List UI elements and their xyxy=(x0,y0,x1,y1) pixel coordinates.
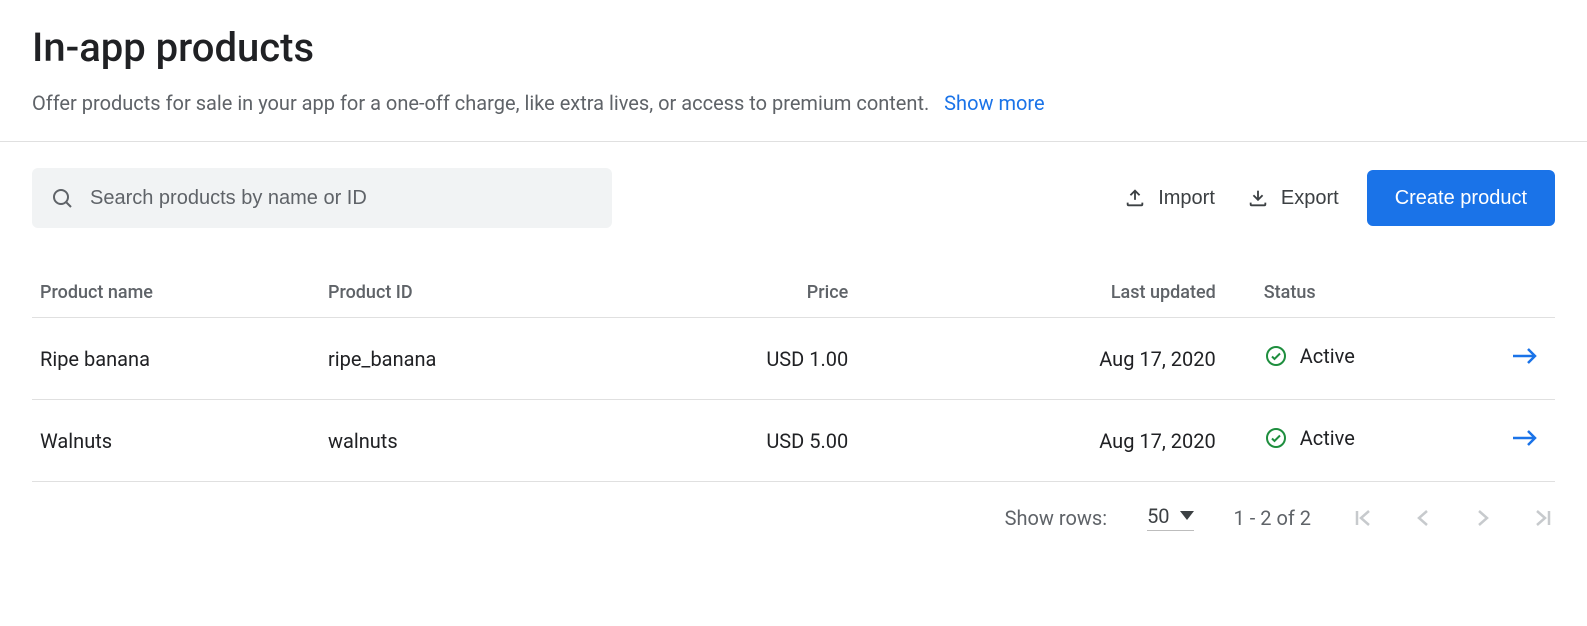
last-page-icon xyxy=(1531,506,1555,530)
upload-icon xyxy=(1124,187,1146,209)
rows-per-page-select[interactable]: 50 xyxy=(1147,504,1193,531)
cell-updated: Aug 17, 2020 xyxy=(888,400,1255,482)
first-page-button[interactable] xyxy=(1351,506,1375,530)
arrow-right-icon[interactable] xyxy=(1511,426,1539,450)
cell-name: Walnuts xyxy=(32,400,320,482)
chevron-left-icon xyxy=(1411,506,1435,530)
table-row[interactable]: Ripe banana ripe_banana USD 1.00 Aug 17,… xyxy=(32,318,1555,400)
download-icon xyxy=(1247,187,1269,209)
import-label: Import xyxy=(1158,187,1215,210)
search-box[interactable] xyxy=(32,168,612,228)
page-subtitle: Offer products for sale in your app for … xyxy=(32,91,1555,115)
export-button[interactable]: Export xyxy=(1243,179,1343,218)
status-text: Active xyxy=(1300,426,1355,450)
check-circle-icon xyxy=(1264,426,1288,450)
rows-per-page-value: 50 xyxy=(1147,504,1169,528)
search-input[interactable] xyxy=(88,186,594,211)
next-page-button[interactable] xyxy=(1471,506,1495,530)
last-page-button[interactable] xyxy=(1531,506,1555,530)
col-header-updated: Last updated xyxy=(888,268,1255,318)
subtitle-text: Offer products for sale in your app for … xyxy=(32,91,929,115)
col-header-id: Product ID xyxy=(320,268,598,318)
cell-id: walnuts xyxy=(320,400,598,482)
pagination: Show rows: 50 1 - 2 of 2 xyxy=(32,504,1555,531)
import-button[interactable]: Import xyxy=(1120,179,1219,218)
export-label: Export xyxy=(1281,187,1339,210)
status-text: Active xyxy=(1300,344,1355,368)
page-range: 1 - 2 of 2 xyxy=(1234,506,1311,530)
toolbar: Import Export Create product xyxy=(32,168,1555,228)
col-header-price: Price xyxy=(598,268,888,318)
page-title: In-app products xyxy=(32,24,1555,71)
caret-down-icon xyxy=(1180,511,1194,521)
cell-id: ripe_banana xyxy=(320,318,598,400)
cell-price: USD 5.00 xyxy=(598,400,888,482)
table-row[interactable]: Walnuts walnuts USD 5.00 Aug 17, 2020 Ac… xyxy=(32,400,1555,482)
col-header-status: Status xyxy=(1256,268,1495,318)
prev-page-button[interactable] xyxy=(1411,506,1435,530)
cell-status: Active xyxy=(1256,318,1495,400)
show-more-link[interactable]: Show more xyxy=(944,91,1044,115)
chevron-right-icon xyxy=(1471,506,1495,530)
divider xyxy=(0,141,1587,142)
show-rows-label: Show rows: xyxy=(1005,506,1107,530)
cell-name: Ripe banana xyxy=(32,318,320,400)
search-icon xyxy=(50,186,74,210)
cell-updated: Aug 17, 2020 xyxy=(888,318,1255,400)
first-page-icon xyxy=(1351,506,1375,530)
create-product-button[interactable]: Create product xyxy=(1367,170,1555,226)
check-circle-icon xyxy=(1264,344,1288,368)
arrow-right-icon[interactable] xyxy=(1511,344,1539,368)
cell-status: Active xyxy=(1256,400,1495,482)
products-table: Product name Product ID Price Last updat… xyxy=(32,268,1555,482)
col-header-name: Product name xyxy=(32,268,320,318)
cell-price: USD 1.00 xyxy=(598,318,888,400)
